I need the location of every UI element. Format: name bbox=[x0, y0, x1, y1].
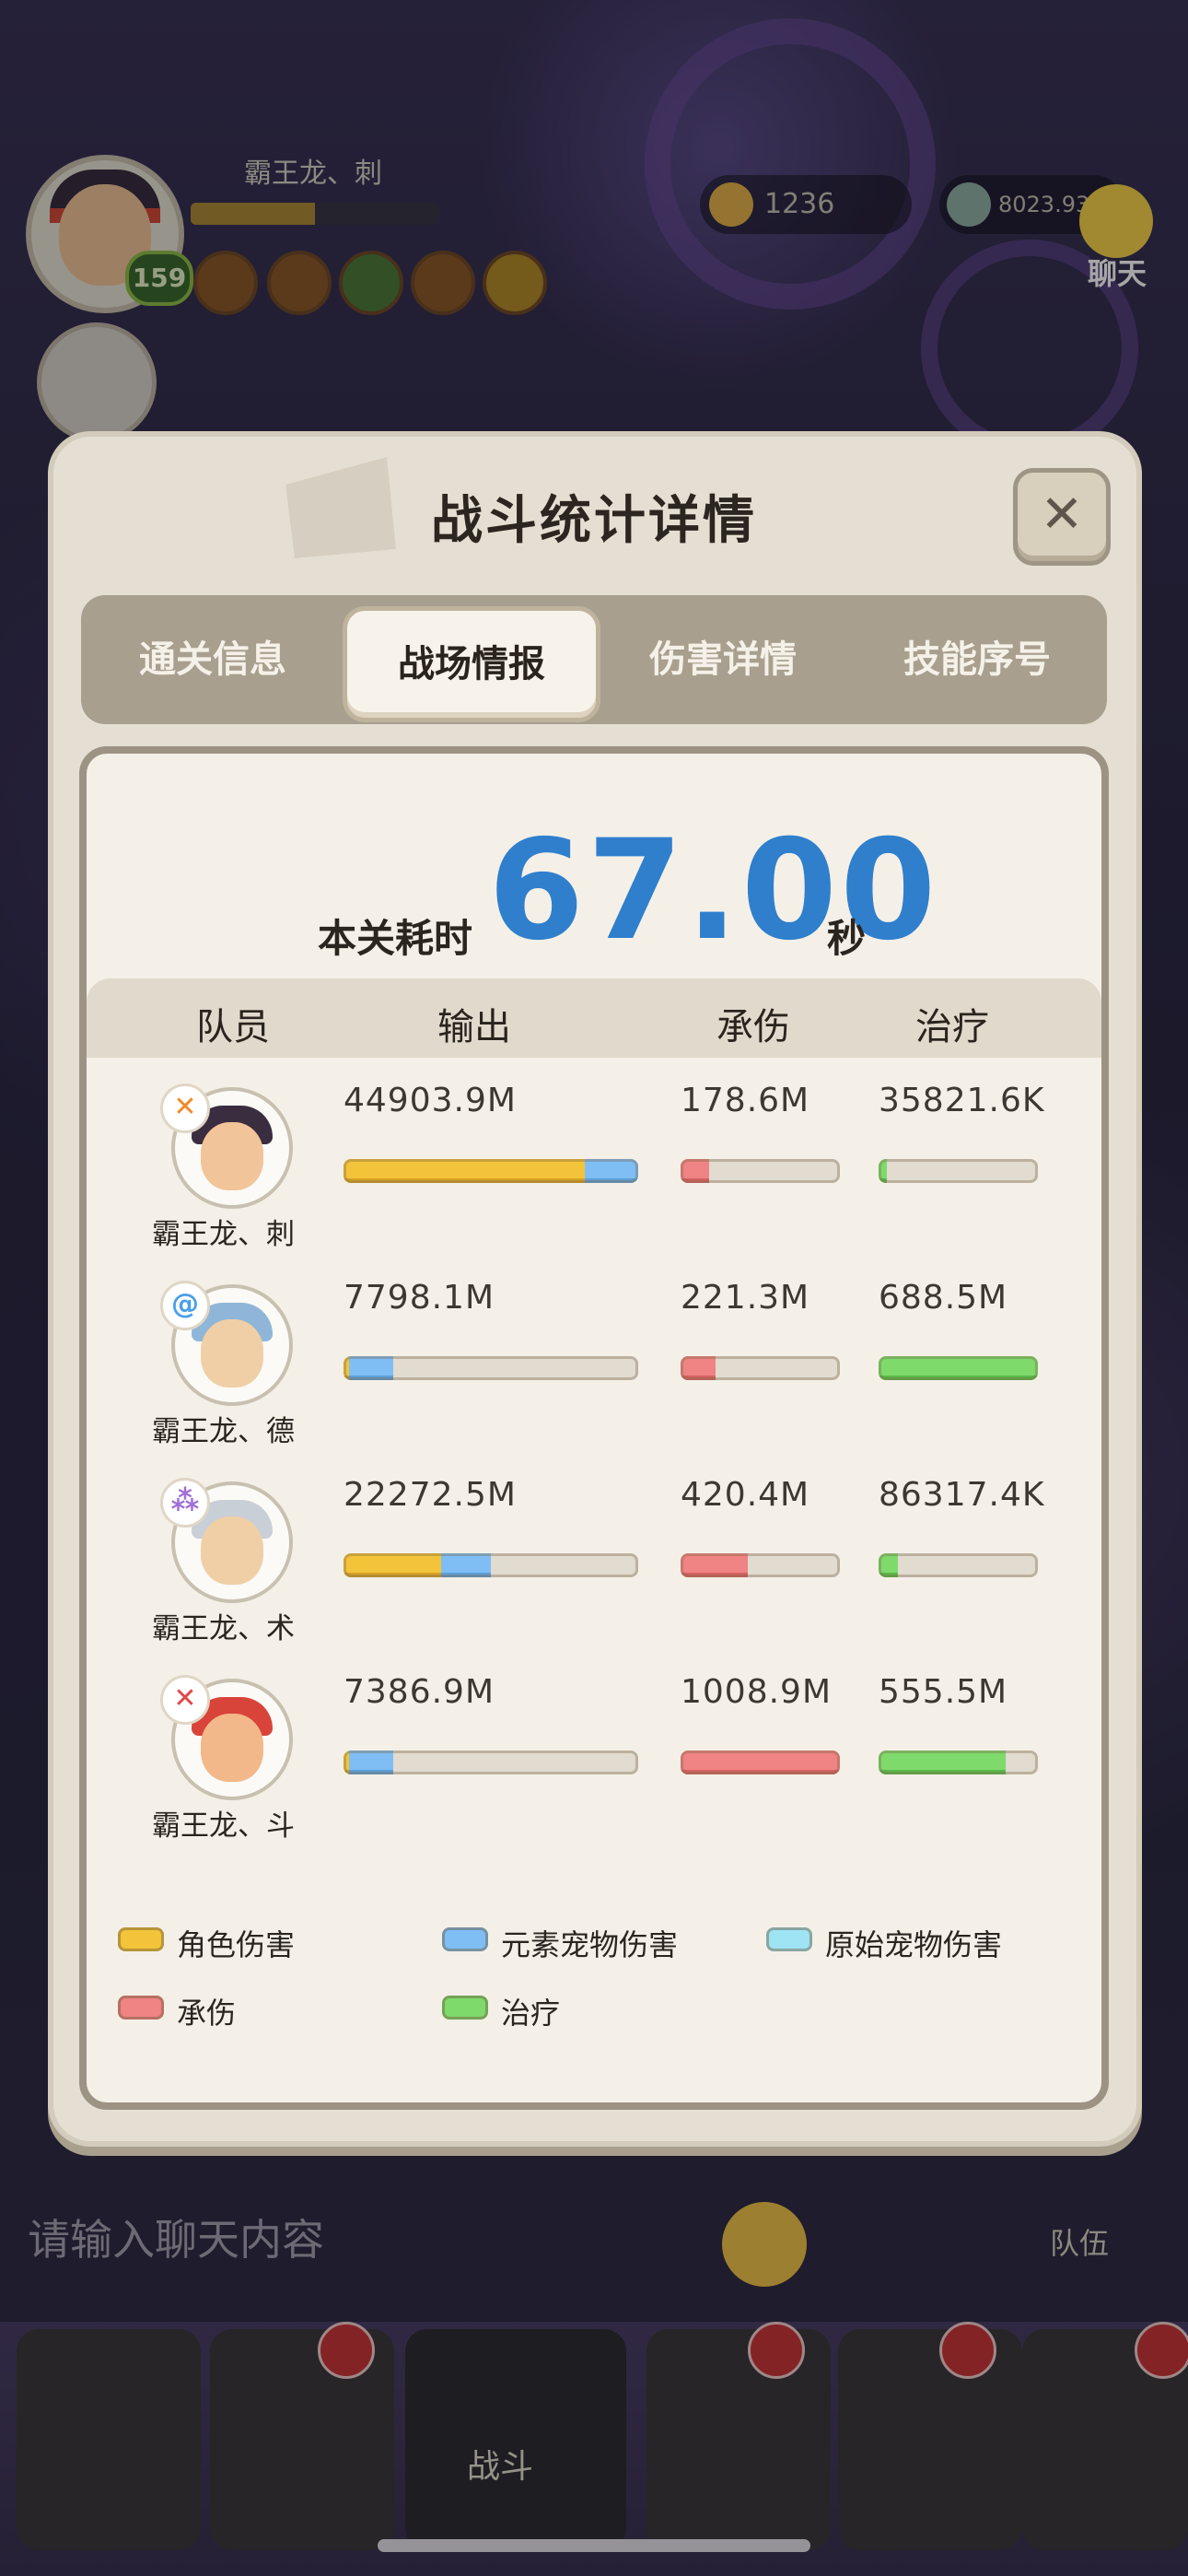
heal-bar bbox=[879, 1159, 1038, 1183]
legend-label: 承伤 bbox=[177, 1996, 237, 2031]
member-name: 霸王龙、德 bbox=[152, 1415, 295, 1448]
heal-segment bbox=[879, 1159, 887, 1183]
output-element-pet-segment bbox=[440, 1553, 491, 1577]
taken-bar bbox=[681, 1553, 840, 1577]
taken-segment bbox=[681, 1751, 840, 1774]
member-name: 霸王龙、刺 bbox=[152, 1218, 295, 1251]
member-name: 霸王龙、术 bbox=[152, 1612, 295, 1645]
output-element-pet-segment bbox=[349, 1356, 394, 1380]
output-value: 7386.9M bbox=[344, 1673, 495, 1711]
time-unit: 秒 bbox=[827, 916, 867, 961]
avatar-face bbox=[201, 1714, 263, 1782]
column-member: 队员 bbox=[196, 1006, 270, 1048]
legend-swatch bbox=[766, 1927, 812, 1951]
fist-icon: ✕ bbox=[160, 1675, 210, 1725]
column-heal: 治疗 bbox=[915, 1006, 989, 1048]
heal-segment bbox=[879, 1553, 898, 1577]
taken-value: 420.4M bbox=[681, 1476, 810, 1514]
taken-value: 178.6M bbox=[681, 1082, 810, 1119]
taken-bar bbox=[681, 1751, 840, 1774]
heal-segment bbox=[879, 1751, 1007, 1774]
heal-bar bbox=[879, 1751, 1038, 1774]
avatar-face bbox=[201, 1122, 263, 1190]
taken-bar bbox=[681, 1356, 840, 1380]
output-bar bbox=[344, 1751, 638, 1774]
close-icon: ✕ bbox=[1040, 485, 1084, 544]
column-taken: 承伤 bbox=[716, 1006, 790, 1048]
arcane-icon: ⁂ bbox=[160, 1478, 210, 1528]
heal-value: 555.5M bbox=[879, 1673, 1008, 1711]
tab-clear-info[interactable]: 通关信息 bbox=[88, 606, 337, 713]
bar-border bbox=[879, 1553, 1038, 1577]
legend-swatch bbox=[442, 1927, 488, 1951]
taken-segment bbox=[681, 1159, 710, 1183]
legend-swatch bbox=[118, 1996, 164, 2020]
bar-border bbox=[879, 1159, 1038, 1183]
output-bar bbox=[344, 1553, 638, 1577]
heal-value: 688.5M bbox=[879, 1279, 1008, 1317]
member-name: 霸王龙、斗 bbox=[152, 1809, 295, 1843]
dialog-title: 战斗统计详情 bbox=[431, 491, 757, 551]
tab-damage-details[interactable]: 伤害详情 bbox=[599, 606, 847, 713]
output-character-segment bbox=[344, 1553, 441, 1577]
close-button[interactable]: ✕ bbox=[1013, 468, 1111, 566]
legend-label: 原始宠物伤害 bbox=[825, 1927, 1003, 1962]
time-value: 67.00 bbox=[488, 811, 939, 971]
taken-value: 1008.9M bbox=[681, 1673, 833, 1711]
output-value: 44903.9M bbox=[344, 1082, 517, 1119]
legend-label: 元素宠物伤害 bbox=[501, 1927, 679, 1962]
legend-swatch bbox=[118, 1927, 164, 1951]
heal-bar bbox=[879, 1553, 1038, 1577]
taken-value: 221.3M bbox=[681, 1279, 810, 1317]
output-value: 22272.5M bbox=[344, 1476, 517, 1514]
output-bar bbox=[344, 1356, 638, 1380]
dagger-icon: ✕ bbox=[160, 1083, 210, 1133]
output-value: 7798.1M bbox=[344, 1279, 495, 1317]
output-element-pet-segment bbox=[349, 1751, 394, 1774]
tab-battle-intel[interactable]: 战场情报 bbox=[343, 606, 600, 722]
heal-value: 86317.4K bbox=[879, 1476, 1045, 1514]
taken-bar bbox=[681, 1159, 840, 1183]
taken-segment bbox=[681, 1553, 748, 1577]
heal-bar bbox=[879, 1356, 1038, 1380]
legend-label: 角色伤害 bbox=[177, 1927, 296, 1962]
taken-segment bbox=[681, 1356, 716, 1380]
avatar-face bbox=[201, 1319, 263, 1388]
time-label: 本关耗时 bbox=[318, 916, 473, 961]
swirl-icon: @ bbox=[160, 1281, 210, 1330]
legend-label: 治疗 bbox=[501, 1996, 561, 2031]
output-element-pet-segment bbox=[585, 1159, 638, 1183]
heal-segment bbox=[879, 1356, 1038, 1380]
legend-swatch bbox=[442, 1996, 488, 2020]
output-character-segment bbox=[344, 1159, 586, 1183]
tab-skill-order[interactable]: 技能序号 bbox=[853, 606, 1101, 713]
avatar-face bbox=[201, 1516, 263, 1585]
column-output: 输出 bbox=[437, 1006, 511, 1048]
output-bar bbox=[344, 1159, 638, 1183]
heal-value: 35821.6K bbox=[879, 1082, 1045, 1119]
